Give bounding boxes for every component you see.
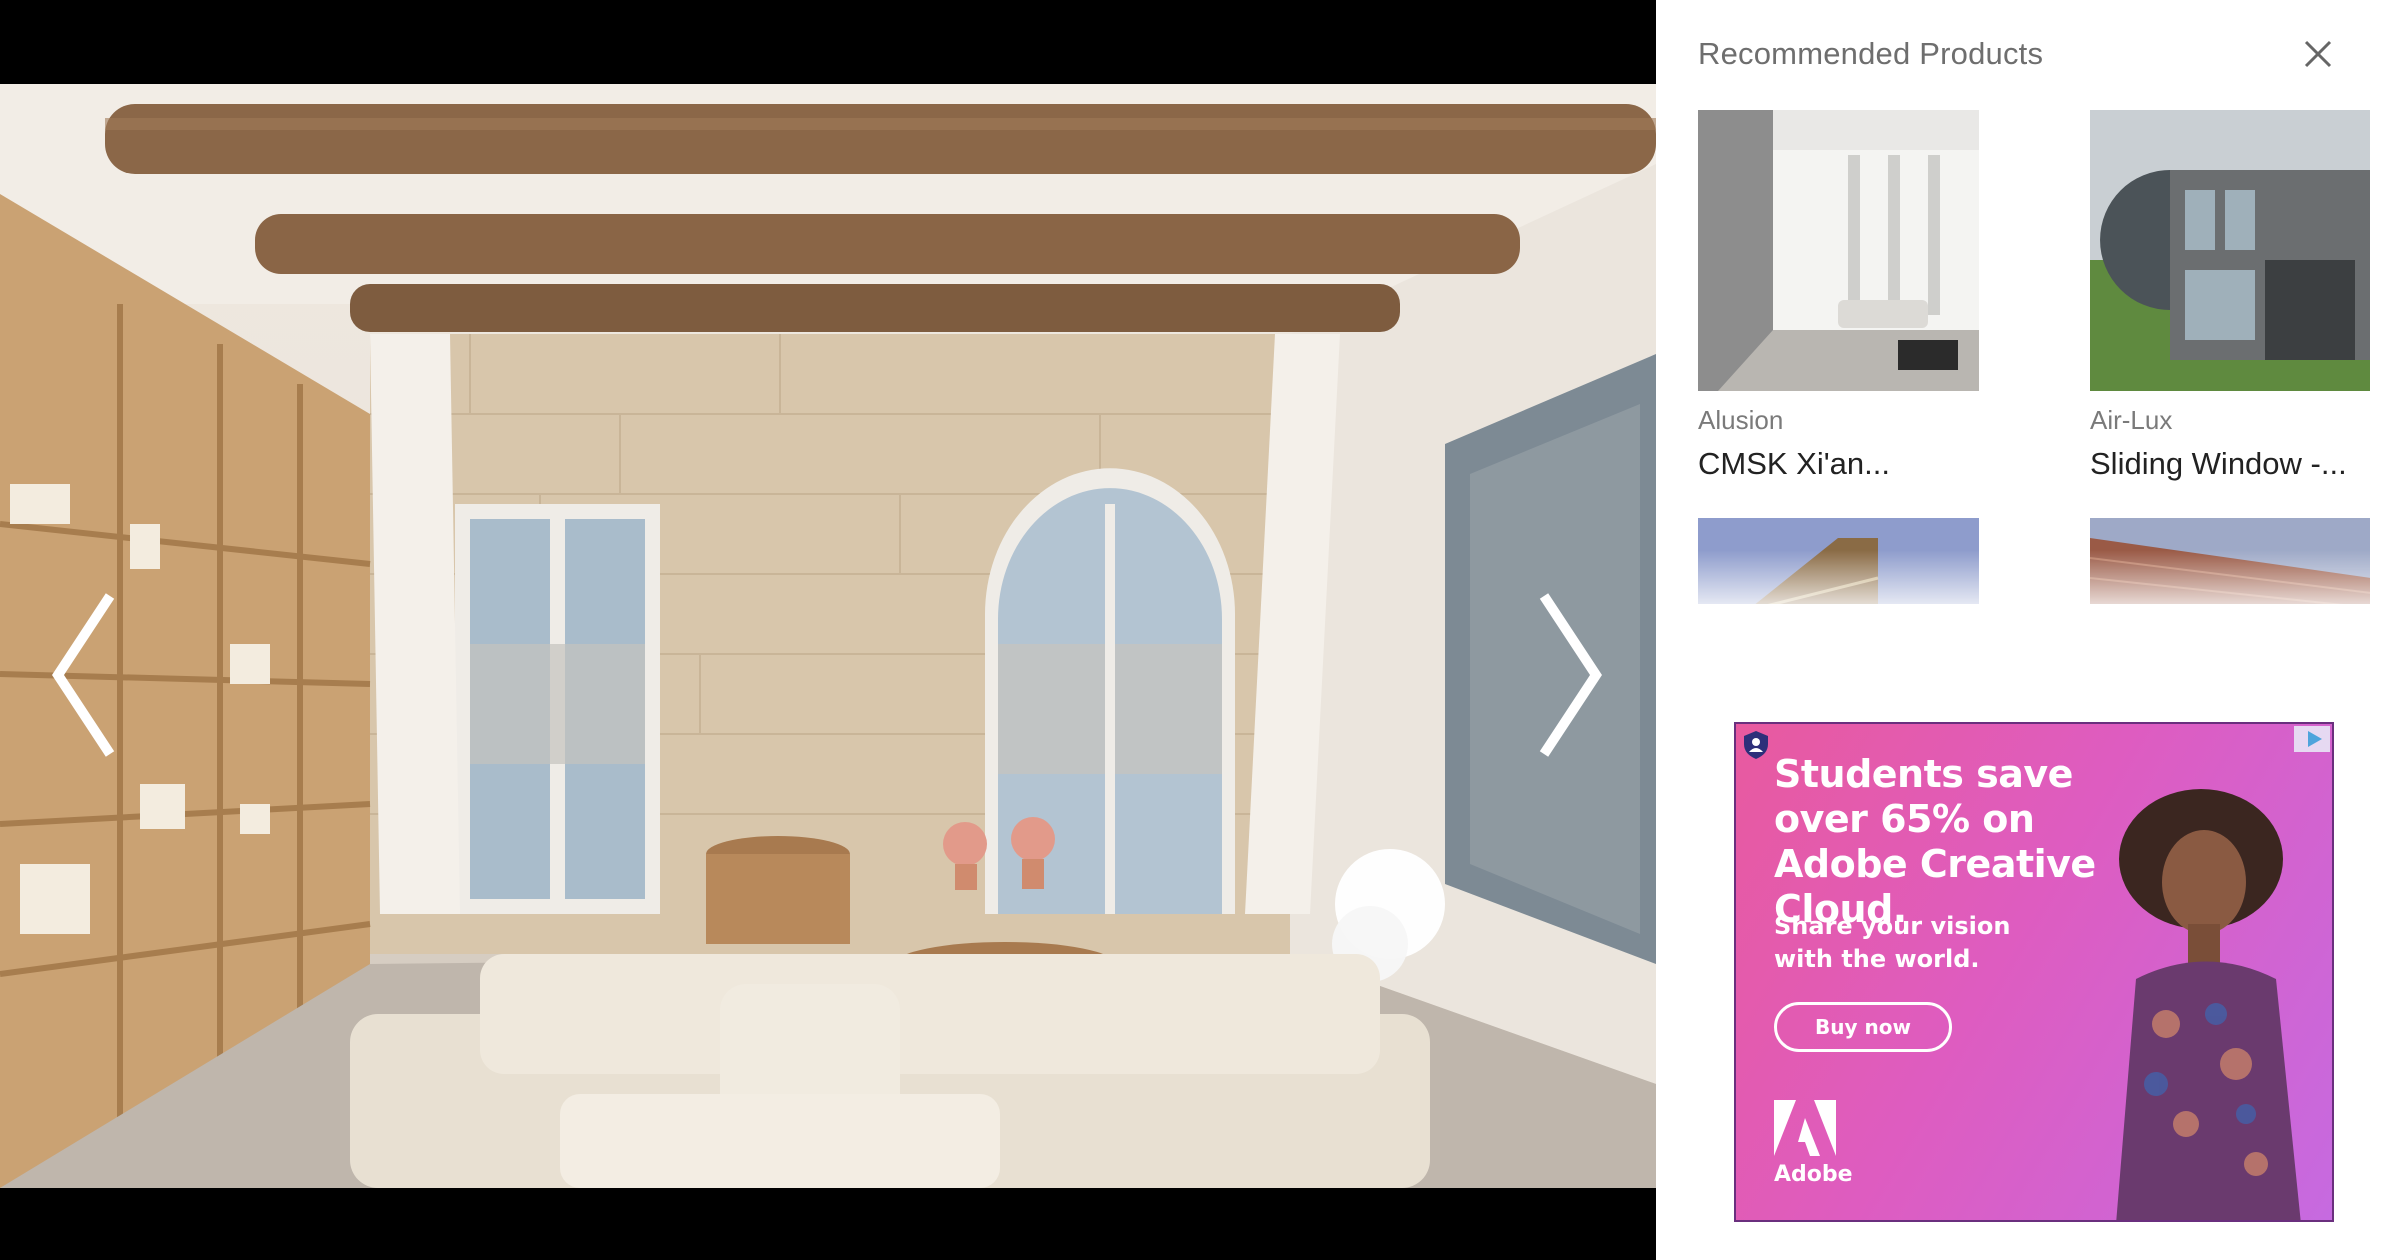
product-brand: Air-Lux — [2090, 405, 2173, 435]
chevron-right-icon — [1539, 593, 1602, 757]
ad-headline: Students save over 65% on Adobe Creative… — [1774, 752, 2096, 931]
ad-model-image — [2116, 789, 2301, 1220]
scroll-fade — [1698, 550, 2370, 604]
chevron-left-icon — [52, 593, 115, 757]
product-name[interactable]: CMSK Xi'an... — [1698, 446, 1980, 482]
next-image-button[interactable] — [1528, 590, 1608, 760]
product-name[interactable]: Sliding Window -... — [2090, 446, 2370, 482]
gallery-photo — [0, 84, 1656, 1188]
product-card[interactable]: Air-Lux Sliding Window -... — [2090, 110, 2370, 482]
product-card[interactable]: Alusion CMSK Xi'an... — [1698, 110, 1980, 482]
product-thumbnail — [1698, 110, 1979, 391]
image-viewer — [0, 0, 1656, 1260]
product-brand: Alusion — [1698, 405, 1784, 435]
close-button[interactable] — [2300, 36, 2336, 72]
recommended-panel: Recommended Products Alusion CMSK Xi'an.… — [1656, 0, 2400, 1260]
ad-privacy-icon — [1744, 731, 1768, 759]
product-grid: Alusion CMSK Xi'an... Air-Lux Sliding Wi… — [1698, 110, 2370, 604]
previous-image-button[interactable] — [46, 590, 126, 760]
ad-subline: Share your vision with the world. — [1774, 912, 2011, 973]
ad-brand-label: Adobe — [1774, 1162, 1853, 1187]
buy-now-button[interactable]: Buy now — [1774, 1002, 1952, 1052]
advertisement-banner[interactable]: Students save over 65% on Adobe Creative… — [1734, 722, 2334, 1222]
product-thumbnail — [2090, 110, 2370, 391]
close-icon — [2304, 40, 2332, 68]
adobe-logo-icon — [1774, 1100, 1836, 1156]
panel-title: Recommended Products — [1698, 36, 2044, 71]
ad-choices-icon[interactable] — [2294, 726, 2330, 752]
